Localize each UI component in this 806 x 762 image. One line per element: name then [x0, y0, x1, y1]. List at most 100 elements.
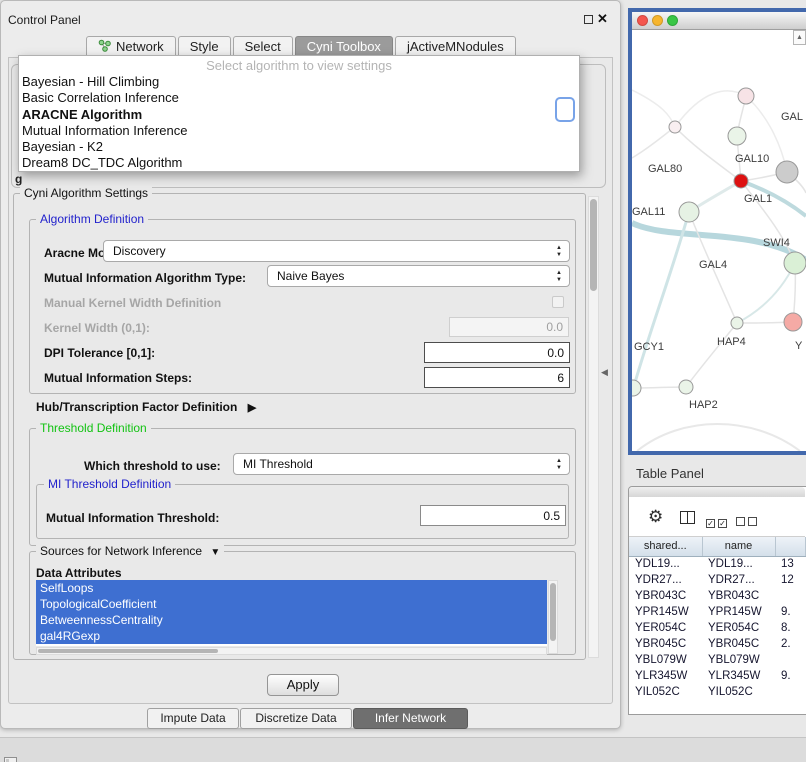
- dpi-tolerance-field[interactable]: 0.0: [424, 342, 570, 363]
- network-node[interactable]: [728, 127, 746, 145]
- apply-button[interactable]: Apply: [267, 674, 339, 696]
- obscured-label-fragment: g: [15, 172, 22, 186]
- attributes-list-hscrollbar[interactable]: [36, 647, 547, 655]
- network-edge: [634, 212, 689, 386]
- kernel-width-field[interactable]: 0.0: [449, 317, 569, 337]
- scrollbar-thumb[interactable]: [550, 583, 556, 641]
- dropdown-item[interactable]: Bayesian - Hill Climbing: [19, 74, 579, 90]
- tab-select[interactable]: Select: [233, 36, 293, 57]
- sources-group-toggle[interactable]: Sources for Network Inference ▼: [36, 544, 224, 558]
- scroll-up-arrow[interactable]: ▲: [793, 30, 806, 45]
- table-row[interactable]: YBL079WYBL079W: [629, 652, 805, 668]
- splitter-collapse-icon[interactable]: ◀: [601, 367, 608, 378]
- algorithm-dropdown-popup: Select algorithm to view settings Bayesi…: [18, 55, 580, 172]
- node-label: GAL1: [744, 193, 772, 205]
- tab-network[interactable]: Network: [86, 36, 176, 57]
- network-node[interactable]: [669, 121, 681, 133]
- scrollbar-thumb[interactable]: [590, 199, 597, 291]
- table-row[interactable]: YPR145WYPR145W9.: [629, 604, 805, 620]
- data-attributes-list: SelfLoopsTopologicalCoefficientBetweenne…: [36, 580, 547, 646]
- mi-steps-field[interactable]: 6: [424, 367, 570, 388]
- close-traffic-light[interactable]: [637, 15, 648, 26]
- node-label: HAP2: [689, 399, 718, 411]
- data-attributes-label: Data Attributes: [36, 566, 122, 580]
- collapse-down-icon: ▼: [210, 547, 220, 558]
- dropdown-item[interactable]: Mutual Information Inference: [19, 123, 579, 139]
- collapse-right-icon: ▶: [248, 402, 256, 414]
- dropdown-item[interactable]: Bayesian - K2: [19, 139, 579, 155]
- network-node[interactable]: [738, 88, 754, 104]
- column-header[interactable]: shared...: [629, 537, 702, 556]
- gear-icon[interactable]: ⚙: [648, 508, 663, 525]
- close-icon[interactable]: ✕: [597, 12, 608, 25]
- network-node[interactable]: [734, 174, 748, 188]
- application-root: Control Panel ✕ Network Style Select Cyn…: [0, 0, 806, 762]
- dpi-tolerance-label: DPI Tolerance [0,1]:: [44, 346, 155, 360]
- network-edge: [675, 91, 746, 127]
- mi-type-combobox[interactable]: Naive Bayes ▲▼: [267, 265, 570, 287]
- table-row[interactable]: YER054CYER054C8.: [629, 620, 805, 636]
- hub-section-label: Hub/Transcription Factor Definition: [36, 400, 237, 414]
- combobox-arrows-icon: ▲▼: [556, 270, 562, 283]
- dropdown-item[interactable]: ARACNE Algorithm: [19, 107, 579, 123]
- column-header[interactable]: [775, 537, 805, 556]
- network-node[interactable]: [784, 313, 802, 331]
- tab-style[interactable]: Style: [178, 36, 231, 57]
- network-node[interactable]: [632, 380, 641, 396]
- scrollbar-thumb[interactable]: [38, 649, 218, 653]
- algorithm-definition-title: Algorithm Definition: [36, 212, 148, 226]
- attribute-list-item[interactable]: BetweennessCentrality: [36, 612, 547, 628]
- network-node[interactable]: [784, 252, 806, 274]
- column-header[interactable]: name: [702, 537, 775, 556]
- tab-infer-network[interactable]: Infer Network: [353, 708, 468, 729]
- node-label: GCY1: [634, 341, 664, 353]
- minimize-traffic-light[interactable]: [652, 15, 663, 26]
- table-panel-title: Table Panel: [636, 466, 704, 481]
- columns-icon[interactable]: [680, 511, 695, 524]
- node-attribute-table[interactable]: shared...name YDL19...YDL19...13YDR27...…: [629, 537, 806, 700]
- dropdown-placeholder: Select algorithm to view settings: [19, 58, 579, 74]
- manual-kernel-checkbox[interactable]: [552, 296, 564, 308]
- table-row[interactable]: YLR345WYLR345W9.: [629, 668, 805, 684]
- network-node[interactable]: [731, 317, 743, 329]
- attribute-list-item[interactable]: SelfLoops: [36, 580, 547, 596]
- settings-scrollbar[interactable]: [588, 196, 599, 658]
- tab-cyni-toolbox[interactable]: Cyni Toolbox: [295, 36, 393, 57]
- network-node[interactable]: [679, 202, 699, 222]
- table-row[interactable]: YDR27...YDR27...12: [629, 572, 805, 588]
- node-label: GAL80: [648, 163, 682, 175]
- select-all-columns-icon[interactable]: ✓✓: [706, 513, 730, 531]
- deselect-all-columns-icon[interactable]: [736, 513, 760, 531]
- network-graph[interactable]: GALGAL80GAL10GAL11GAL1SWI4GAL4GCY1HAP4YH…: [632, 30, 806, 451]
- table-panel-titlebar[interactable]: [629, 487, 805, 497]
- algorithm-dropdown-list: Bayesian - Hill ClimbingBasic Correlatio…: [19, 74, 579, 172]
- table-row[interactable]: YBR043CYBR043C: [629, 588, 805, 604]
- hub-section-toggle[interactable]: Hub/Transcription Factor Definition ▶: [36, 400, 256, 414]
- kernel-width-label: Kernel Width (0,1):: [44, 321, 150, 335]
- float-window-icon[interactable]: [584, 15, 593, 24]
- table-row[interactable]: YBR045CYBR045C2.: [629, 636, 805, 652]
- table-row[interactable]: YDL19...YDL19...13: [629, 556, 805, 572]
- node-label: GAL4: [699, 259, 727, 271]
- panel-dock-icon[interactable]: [4, 757, 17, 762]
- tab-jactivemnodules[interactable]: jActiveMNodules: [395, 36, 516, 57]
- attribute-list-item[interactable]: TopologicalCoefficient: [36, 596, 547, 612]
- algorithm-combobox-button[interactable]: [555, 97, 575, 122]
- network-node[interactable]: [776, 161, 798, 183]
- attribute-list-item[interactable]: gal4RGexp: [36, 628, 547, 644]
- dropdown-item[interactable]: Dream8 DC_TDC Algorithm: [19, 155, 579, 171]
- mi-threshold-group-title: MI Threshold Definition: [44, 477, 175, 491]
- tab-discretize-data[interactable]: Discretize Data: [240, 708, 352, 729]
- network-node[interactable]: [679, 380, 693, 394]
- mi-threshold-field[interactable]: 0.5: [420, 505, 566, 526]
- which-threshold-combobox[interactable]: MI Threshold ▲▼: [233, 453, 570, 475]
- node-label: Y: [795, 340, 803, 352]
- tab-impute-data[interactable]: Impute Data: [147, 708, 239, 729]
- zoom-traffic-light[interactable]: [667, 15, 678, 26]
- node-label: HAP4: [717, 336, 746, 348]
- attributes-list-vscrollbar[interactable]: [548, 580, 558, 654]
- dropdown-item[interactable]: Basic Correlation Inference: [19, 90, 579, 106]
- aracne-mode-combobox[interactable]: Discovery ▲▼: [103, 240, 570, 262]
- tab-bar: Network Style Select Cyni Toolbox jActiv…: [86, 36, 518, 57]
- table-row[interactable]: YIL052CYIL052C: [629, 684, 805, 700]
